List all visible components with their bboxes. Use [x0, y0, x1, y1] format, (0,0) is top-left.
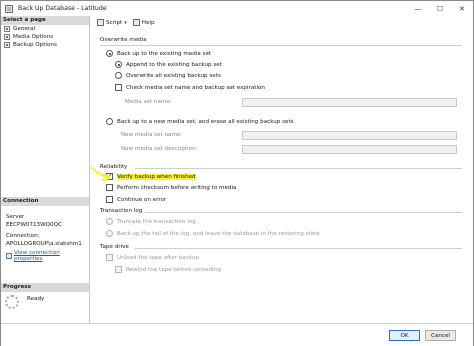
continue-on-error-option[interactable]: Continue on error	[106, 196, 166, 203]
page-item-media-options[interactable]: Media Options	[1, 33, 89, 41]
truncate-log-option[interactable]: Truncate the transaction log	[106, 218, 196, 225]
rewind-tape-option[interactable]: Rewind the tape before unloading	[115, 266, 221, 273]
tape-drive-title: Tape drive	[100, 244, 129, 250]
window-title: Back Up Database - Latitude	[18, 5, 107, 12]
server-label: Server	[6, 214, 25, 220]
select-page-header: Select a page	[1, 16, 89, 25]
toolbar: Script ▾ Help	[91, 16, 473, 29]
unload-tape-option[interactable]: Unload the tape after backup	[106, 254, 199, 261]
ok-button[interactable]: OK	[389, 330, 420, 341]
cancel-button[interactable]: Cancel	[425, 330, 456, 341]
check-media-option[interactable]: Check media set name and backup set expi…	[115, 84, 265, 91]
overwrite-all-label: Overwrite all existing backup sets	[126, 72, 221, 79]
progress-header: Progress	[1, 283, 89, 292]
backup-options-pane: Overwrite media Back up to the existing …	[91, 29, 473, 319]
connection-label: Connection:	[6, 233, 40, 239]
existing-media-set-radio[interactable]	[106, 50, 113, 57]
maximize-icon[interactable]: ☐	[429, 1, 451, 16]
new-media-set-label: Back up to a new media set, and erase al…	[117, 118, 294, 125]
backup-database-window: Back Up Database - Latitude — ☐ ✕ Select…	[0, 0, 474, 346]
check-media-label: Check media set name and backup set expi…	[126, 84, 265, 91]
transaction-log-title: Transaction log	[100, 208, 143, 214]
page-item-label: Backup Options	[13, 42, 57, 48]
reliability-title: Reliability	[100, 164, 128, 170]
script-button[interactable]: Script ▾	[97, 19, 127, 26]
verify-backup-option[interactable]: Verify backup when finished	[106, 172, 196, 180]
unload-tape-checkbox[interactable]	[106, 254, 113, 261]
connection-header: Connection	[1, 197, 89, 206]
progress-status-row: Ready	[1, 292, 89, 309]
view-connection-properties-link[interactable]: View connection properties	[1, 250, 89, 262]
continue-on-error-checkbox[interactable]	[106, 196, 113, 203]
media-set-name-field[interactable]	[242, 98, 457, 107]
tape-drive-divider	[134, 248, 462, 249]
page-icon	[4, 34, 10, 40]
dialog-button-bar: OK Cancel	[1, 323, 473, 346]
new-media-set-name-label: New media set name:	[121, 132, 183, 138]
checksum-option[interactable]: Perform checksum before writing to media	[106, 184, 236, 191]
overwrite-media-title: Overwrite media	[100, 37, 147, 43]
page-item-label: General	[13, 26, 36, 32]
backup-tail-option[interactable]: Back up the tail of the log, and leave t…	[106, 230, 320, 237]
title-bar: Back Up Database - Latitude — ☐ ✕	[1, 1, 473, 16]
media-set-name-label: Media set name:	[125, 99, 172, 105]
page-item-backup-options[interactable]: Backup Options	[1, 41, 89, 49]
close-icon[interactable]: ✕	[451, 1, 473, 16]
overwrite-all-radio[interactable]	[115, 72, 122, 79]
reliability-divider	[135, 168, 462, 169]
progress-status: Ready	[27, 296, 45, 302]
unload-tape-label: Unload the tape after backup	[117, 254, 199, 261]
checksum-label: Perform checksum before writing to media	[117, 184, 237, 191]
new-media-set-name-field[interactable]	[242, 131, 457, 140]
connection-section: Connection Server EECPW0713WQ0QC Connect…	[1, 197, 89, 262]
existing-media-set-label: Back up to the existing media set	[117, 50, 212, 57]
app-icon	[5, 4, 13, 13]
backup-tail-radio[interactable]	[106, 230, 113, 237]
page-item-label: Media Options	[13, 34, 54, 40]
append-backup-set-label: Append to the existing backup set	[126, 61, 222, 68]
help-icon	[132, 19, 140, 26]
properties-icon	[6, 253, 12, 259]
backup-tail-label: Back up the tail of the log, and leave t…	[117, 230, 320, 237]
rewind-tape-label: Rewind the tape before unloading	[126, 266, 221, 273]
append-backup-set-radio[interactable]	[115, 61, 122, 68]
server-value: EECPW0713WQ0QC	[6, 221, 62, 228]
help-button[interactable]: Help	[132, 19, 155, 26]
new-media-set-radio[interactable]	[106, 118, 113, 125]
rewind-tape-checkbox[interactable]	[115, 266, 122, 273]
new-media-set-description-label: New media set description:	[121, 146, 198, 152]
window-controls: — ☐ ✕	[407, 1, 473, 16]
verify-backup-label: Verify backup when finished	[117, 173, 196, 180]
progress-section: Progress Ready	[1, 283, 89, 309]
page-icon	[4, 26, 10, 32]
minimize-icon[interactable]: —	[407, 1, 429, 16]
append-backup-set-option[interactable]: Append to the existing backup set	[115, 61, 222, 68]
new-media-set-description-field[interactable]	[242, 145, 457, 154]
overwrite-all-option[interactable]: Overwrite all existing backup sets	[115, 72, 221, 79]
check-media-checkbox[interactable]	[115, 84, 122, 91]
progress-spinner-icon	[5, 295, 19, 309]
verify-backup-checkbox[interactable]	[106, 172, 113, 180]
left-panel: Select a page General Media Options Back…	[1, 16, 90, 332]
chevron-down-icon[interactable]: ▾	[124, 20, 127, 26]
truncate-log-label: Truncate the transaction log	[117, 218, 196, 225]
continue-on-error-label: Continue on error	[117, 196, 167, 203]
help-label: Help	[141, 19, 155, 26]
script-icon	[97, 19, 104, 26]
transaction-log-divider	[145, 212, 462, 213]
truncate-log-radio[interactable]	[106, 218, 113, 225]
new-media-set-option[interactable]: Back up to a new media set, and erase al…	[106, 118, 294, 125]
connection-value: APOLLOGROUP\a.slakshm1	[6, 240, 82, 247]
checksum-checkbox[interactable]	[106, 184, 113, 191]
existing-media-set-option[interactable]: Back up to the existing media set	[106, 50, 211, 57]
page-item-general[interactable]: General	[1, 25, 89, 33]
page-icon	[4, 42, 10, 48]
overwrite-media-divider	[100, 45, 462, 46]
view-connection-properties-label[interactable]: View connection properties	[14, 250, 89, 262]
script-label: Script	[106, 19, 123, 26]
